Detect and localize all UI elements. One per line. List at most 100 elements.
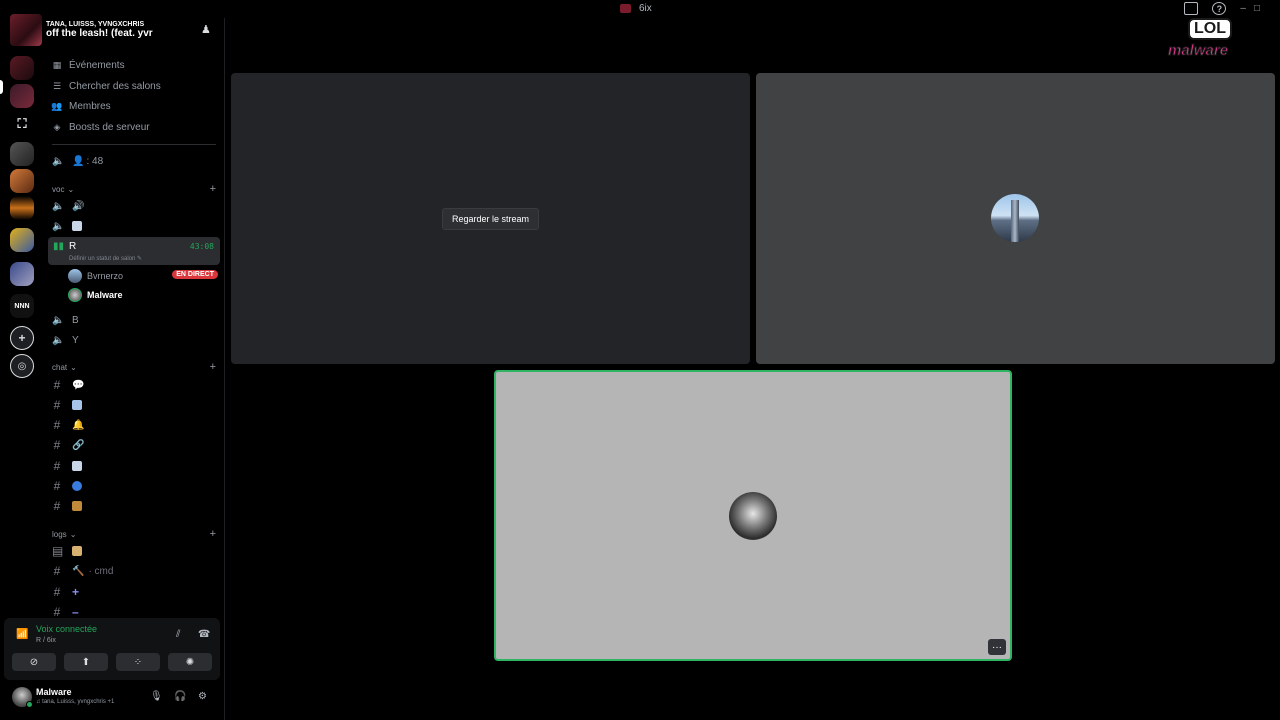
text-channel[interactable]: # 🔔 bbox=[52, 415, 220, 435]
nav-browse-channels[interactable]: ☰ Chercher des salons bbox=[52, 76, 222, 96]
server-icon-6ix[interactable] bbox=[10, 56, 34, 80]
invite-icon[interactable]: ♟ bbox=[201, 23, 213, 36]
text-channel[interactable]: # bbox=[52, 456, 220, 476]
now-playing-text: TANA, LUISSS, YVNGXCHRIS off the leash! … bbox=[46, 21, 153, 39]
voice-channel-active[interactable]: ▮▮ R 43:08 Définir un statut de salon ✎ bbox=[48, 237, 220, 265]
camera-off-icon: ⊘ bbox=[29, 656, 39, 668]
call-timer: 43:08 bbox=[189, 242, 214, 251]
boost-icon: ◈ bbox=[53, 121, 61, 132]
server-icon[interactable] bbox=[10, 142, 34, 166]
voice-channel-y[interactable]: 🔈 Y bbox=[52, 330, 220, 350]
server-icon[interactable] bbox=[10, 169, 34, 193]
server-folder-icon[interactable] bbox=[10, 228, 34, 252]
username[interactable]: Malware bbox=[36, 687, 72, 697]
voice-channel-b[interactable]: 🔈 B bbox=[52, 310, 220, 330]
voice-user[interactable]: Bvrnerzo EN DIRECT bbox=[68, 267, 218, 285]
server-rail: ⛶ NNN + ◎ bbox=[0, 18, 44, 720]
text-channel[interactable]: # + bbox=[52, 582, 220, 602]
screen-emoji-icon bbox=[72, 461, 82, 471]
add-server-icon[interactable]: + bbox=[10, 326, 34, 350]
server-logo-icon bbox=[620, 4, 631, 13]
participant-tile-speaking[interactable]: ··· bbox=[494, 370, 1012, 661]
screen-share-button[interactable]: ⬆ bbox=[64, 653, 108, 671]
add-channel-icon[interactable]: + bbox=[210, 528, 216, 540]
screen-share-icon: ⬆ bbox=[81, 656, 91, 668]
voice-status[interactable]: Voix connectée bbox=[36, 624, 97, 634]
sticker-word: malware bbox=[1167, 42, 1229, 60]
headphones-icon[interactable]: 🎧 bbox=[174, 691, 186, 702]
text-channel[interactable]: # bbox=[52, 496, 220, 516]
screen-capture-icon[interactable]: ⛶ bbox=[10, 112, 34, 136]
inbox-icon[interactable] bbox=[1184, 2, 1199, 15]
text-channel-cmd[interactable]: # 🔨 · cmd bbox=[52, 561, 220, 581]
hash-icon: # bbox=[53, 605, 61, 619]
voice-location[interactable]: R / 6ix bbox=[36, 637, 56, 644]
now-playing-artists: TANA, LUISSS, YVNGXCHRIS bbox=[46, 21, 145, 28]
add-channel-icon[interactable]: + bbox=[210, 361, 216, 373]
gear-icon[interactable]: ⚙ bbox=[198, 691, 207, 702]
nav-members[interactable]: 👥 Membres bbox=[51, 96, 222, 116]
help-icon[interactable]: ? bbox=[1212, 2, 1227, 15]
server-folder-icon[interactable] bbox=[10, 262, 34, 286]
camera-button[interactable]: ⊘ bbox=[12, 653, 56, 671]
user-activity: ♫ tana, Luisss, yvngxchris +1 bbox=[36, 699, 115, 705]
voice-channel[interactable]: 🔈 🔊 bbox=[52, 196, 220, 216]
hash-icon: # bbox=[53, 378, 61, 392]
minus-emoji-icon: – bbox=[72, 605, 79, 619]
pencil-icon: ✎ bbox=[137, 256, 143, 262]
voice-channel-member-count[interactable]: 🔈 👤 : 48 bbox=[52, 151, 220, 171]
calendar-icon: ▦ bbox=[52, 59, 62, 70]
title-actions: ? – □ bbox=[1184, 2, 1260, 15]
category-voc[interactable]: voc ⌄ + bbox=[52, 182, 222, 196]
server-icon[interactable] bbox=[10, 196, 34, 220]
noise-suppression-icon[interactable]: ⫽ bbox=[176, 629, 180, 640]
bell-emoji-icon: 🔔 bbox=[72, 419, 85, 431]
screen-emoji-icon bbox=[72, 221, 82, 231]
channel-label: · cmd bbox=[88, 565, 114, 577]
watch-stream-button[interactable]: Regarder le stream bbox=[442, 208, 539, 230]
avatar bbox=[68, 288, 82, 302]
nav-label: Boosts de serveur bbox=[69, 121, 150, 133]
add-channel-icon[interactable]: + bbox=[210, 183, 216, 195]
window-title-text: 6ix bbox=[639, 3, 652, 14]
text-channel[interactable]: # 💬 bbox=[52, 375, 220, 395]
category-chat[interactable]: chat ⌄ + bbox=[52, 360, 222, 374]
text-channel[interactable]: ▤ bbox=[52, 541, 220, 561]
tower-image bbox=[1011, 200, 1019, 242]
notepad-emoji-icon bbox=[72, 546, 82, 556]
now-playing-song: off the leash! (feat. yvr bbox=[46, 28, 153, 39]
soundboard-icon: ✺ bbox=[185, 656, 195, 668]
more-options-button[interactable]: ··· bbox=[988, 639, 1006, 655]
set-channel-status[interactable]: Définir un statut de salon ✎ bbox=[69, 255, 142, 262]
now-playing-banner[interactable]: TANA, LUISSS, YVNGXCHRIS off the leash! … bbox=[10, 11, 225, 49]
maximize-icon[interactable]: □ bbox=[1254, 3, 1260, 14]
soundboard-button[interactable]: ✺ bbox=[168, 653, 212, 671]
signal-icon[interactable]: 📶 bbox=[16, 629, 28, 640]
hash-icon: # bbox=[53, 585, 61, 599]
voice-user[interactable]: Malware bbox=[68, 286, 218, 304]
microphone-icon[interactable]: 🎙 bbox=[150, 691, 163, 702]
text-channel[interactable]: # bbox=[52, 395, 220, 415]
text-channel[interactable]: # bbox=[52, 476, 220, 496]
category-logs[interactable]: logs ⌄ + bbox=[52, 527, 222, 541]
text-channel[interactable]: # 🔗 bbox=[52, 435, 220, 455]
disconnect-icon[interactable]: ☎ bbox=[198, 629, 210, 640]
activities-button[interactable]: ⁘ bbox=[116, 653, 160, 671]
speaker-icon: 🔈 bbox=[52, 155, 65, 167]
nav-boosts[interactable]: ◈ Boosts de serveur bbox=[52, 117, 222, 137]
participant-tile[interactable] bbox=[756, 73, 1275, 364]
speaker-icon: 🔈 bbox=[52, 220, 65, 232]
server-icon[interactable]: NNN bbox=[10, 294, 34, 318]
stream-tile[interactable]: Regarder le stream bbox=[231, 73, 750, 364]
nav-events[interactable]: ▦ Événements bbox=[52, 55, 222, 75]
server-icon[interactable] bbox=[10, 84, 34, 108]
discover-icon[interactable]: ◎ bbox=[10, 354, 34, 378]
hash-icon: # bbox=[53, 438, 61, 452]
chevron-down-icon: ⌄ bbox=[67, 184, 75, 194]
minimize-icon[interactable]: – bbox=[1240, 3, 1246, 14]
hash-icon: # bbox=[53, 459, 61, 473]
voice-user-name: Bvrnerzo bbox=[87, 271, 124, 281]
voice-channel[interactable]: 🔈 bbox=[52, 216, 220, 236]
avatar bbox=[991, 194, 1039, 242]
plus-emoji-icon: + bbox=[72, 585, 80, 599]
